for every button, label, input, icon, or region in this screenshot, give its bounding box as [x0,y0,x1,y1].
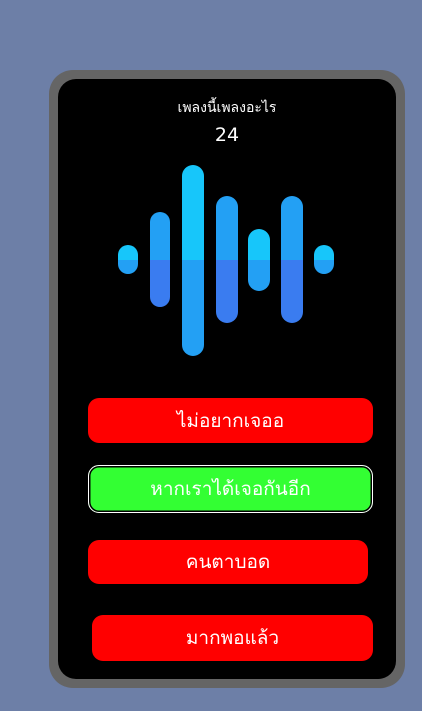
answer-button-2[interactable]: หากเราได้เจอกันอีก [88,465,373,513]
wave-bar-7 [314,245,334,274]
answer-button-3[interactable]: คนตาบอด [88,540,368,584]
wave-bar-3 [182,165,204,356]
wave-bar-4 [216,196,238,323]
wave-bar-2 [150,212,170,307]
answer-button-4[interactable]: มากพอแล้ว [92,615,373,661]
wave-bar-5 [248,229,270,291]
phone-frame: เพลงนี้เพลงอะไร 24 ไม่อยากเจออ หากเราได้… [49,70,405,688]
sound-wave-icon [118,165,334,356]
wave-bar-6 [281,196,303,323]
answer-button-1[interactable]: ไม่อยากเจออ [88,398,373,443]
quiz-screen: เพลงนี้เพลงอะไร 24 ไม่อยากเจออ หากเราได้… [58,79,396,679]
wave-bar-1 [118,245,138,274]
